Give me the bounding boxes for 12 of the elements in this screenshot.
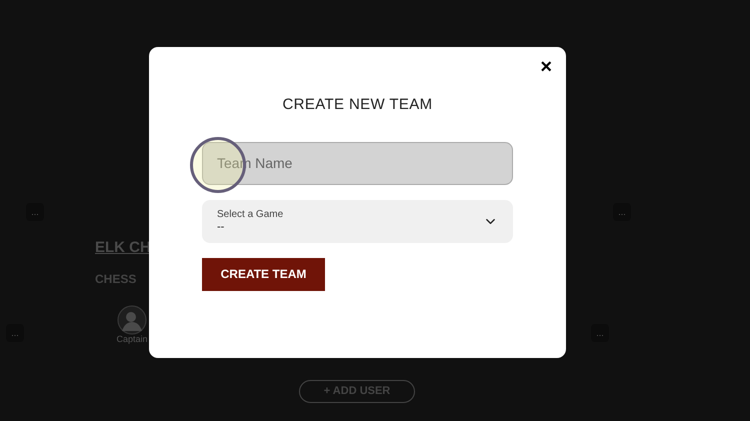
select-value: --	[217, 222, 226, 232]
more-button[interactable]: ...	[613, 203, 631, 221]
select-label: Select a Game	[217, 210, 284, 220]
close-button[interactable]: ×	[540, 57, 552, 77]
dialog-title: CREATE NEW TEAM	[281, 95, 434, 115]
more-button[interactable]: ...	[26, 203, 44, 221]
more-button[interactable]: ...	[6, 324, 24, 342]
avatar-icon	[117, 305, 147, 335]
game-select[interactable]: Select a Game --	[202, 200, 513, 242]
more-button[interactable]: ...	[591, 324, 609, 342]
create-team-button[interactable]: CREATE TEAM	[202, 258, 325, 290]
member-role: Captain	[116, 335, 148, 344]
